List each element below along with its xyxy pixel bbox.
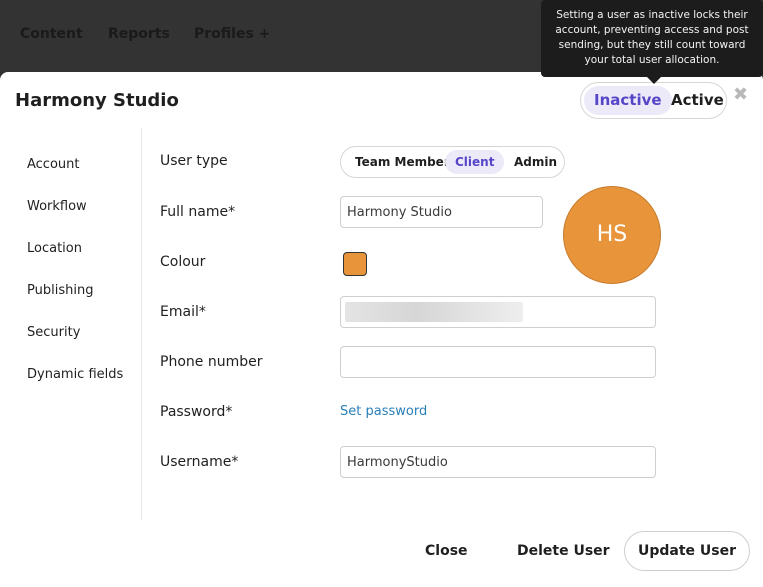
user-type-selector: Team Member Client Admin xyxy=(340,146,565,178)
sidebar-item-dynamic-fields[interactable]: Dynamic fields xyxy=(27,367,123,382)
sidebar-item-publishing[interactable]: Publishing xyxy=(27,283,93,298)
sidebar-item-location[interactable]: Location xyxy=(27,241,82,256)
update-user-button[interactable]: Update User xyxy=(624,531,750,571)
status-active-option[interactable]: Active xyxy=(661,86,734,115)
delete-user-button[interactable]: Delete User xyxy=(517,543,610,559)
password-label: Password* xyxy=(160,404,233,420)
inactive-tooltip: Setting a user as inactive locks their a… xyxy=(541,0,763,84)
sidebar-item-workflow[interactable]: Workflow xyxy=(27,199,87,214)
status-toggle: Inactive Active xyxy=(580,82,727,119)
nav-item-reports[interactable]: Reports xyxy=(108,26,170,42)
set-password-link[interactable]: Set password xyxy=(340,404,427,419)
edit-user-modal: Harmony Studio Inactive Active ✖ Account… xyxy=(0,72,763,587)
phone-number-label: Phone number xyxy=(160,354,263,370)
sidebar-item-account[interactable]: Account xyxy=(27,157,80,172)
sidebar-item-security[interactable]: Security xyxy=(27,325,80,340)
close-icon[interactable]: ✖ xyxy=(733,86,751,104)
user-type-team-member[interactable]: Team Member xyxy=(345,150,460,174)
email-redacted xyxy=(345,302,523,322)
close-button[interactable]: Close xyxy=(425,543,468,559)
username-label: Username* xyxy=(160,454,239,470)
full-name-input[interactable] xyxy=(340,196,543,228)
settings-sidebar: Account Workflow Location Publishing Sec… xyxy=(0,128,142,520)
user-type-admin[interactable]: Admin xyxy=(504,150,567,174)
username-input[interactable] xyxy=(340,446,656,478)
modal-title: Harmony Studio xyxy=(15,90,179,111)
full-name-label: Full name* xyxy=(160,204,236,220)
status-inactive-option[interactable]: Inactive xyxy=(584,86,672,115)
nav-item-content[interactable]: Content xyxy=(20,26,83,42)
email-label: Email* xyxy=(160,304,206,320)
user-type-client[interactable]: Client xyxy=(445,150,505,174)
phone-number-input[interactable] xyxy=(340,346,656,378)
user-type-label: User type xyxy=(160,153,228,169)
nav-item-profiles[interactable]: Profiles + xyxy=(194,26,270,42)
avatar: HS xyxy=(563,186,661,284)
colour-swatch[interactable] xyxy=(343,252,367,276)
colour-label: Colour xyxy=(160,254,206,270)
